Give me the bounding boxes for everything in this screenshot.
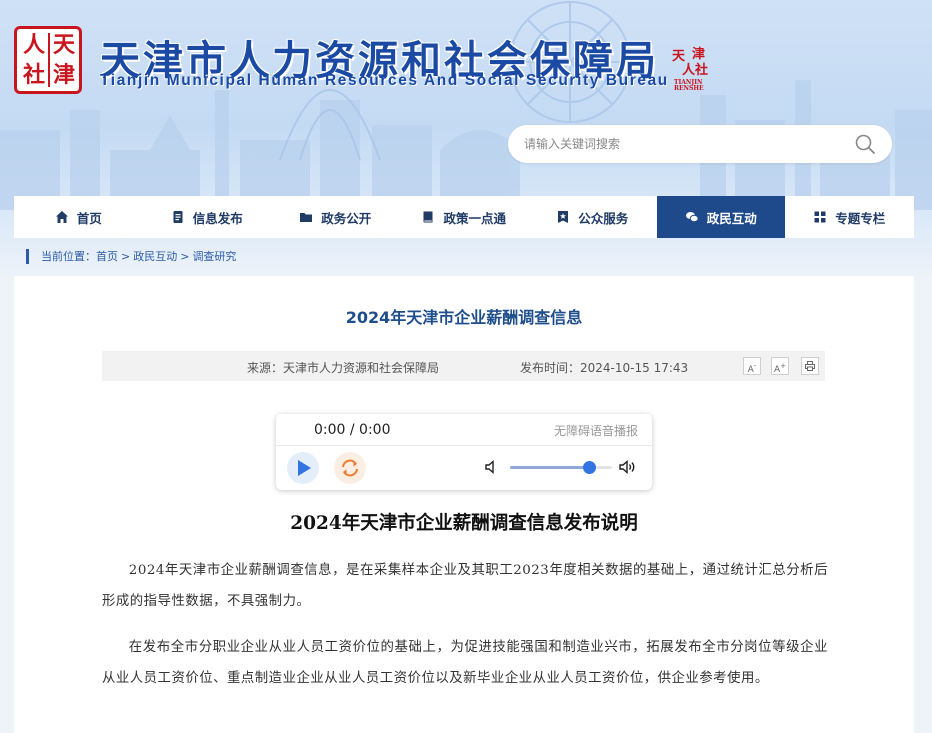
volume-high-icon[interactable] <box>619 459 637 475</box>
font-larger-button[interactable]: A+ <box>771 357 789 375</box>
breadcrumb-research-link[interactable]: 调查研究 <box>192 248 236 264</box>
nav-item-gov-affairs[interactable]: 政务公开 <box>271 196 400 238</box>
book-icon <box>423 211 433 223</box>
bureau-seal-logo: 人 天 社 津 <box>14 26 82 94</box>
breadcrumb-prefix: 当前位置： <box>41 250 96 263</box>
chat-icon <box>685 212 699 223</box>
main-nav: 首页 信息发布 政务公开 政策一点通 公众服务 政民互动 专题专栏 <box>14 196 914 238</box>
nav-item-label: 专题专栏 <box>835 210 886 226</box>
volume-low-icon[interactable] <box>484 459 500 475</box>
print-button[interactable] <box>801 357 819 375</box>
nav-item-label: 政务公开 <box>321 210 372 226</box>
play-button[interactable] <box>287 452 319 484</box>
article-paragraph: 在发布全市分职业企业从业人员工资价位的基础上，为促进技能强国和制造业兴市，拓展发… <box>102 640 828 686</box>
folder-icon <box>300 213 313 222</box>
breadcrumb: 当前位置： 首页 > 政民互动 > 调查研究 <box>26 248 236 264</box>
star-badge-icon <box>558 211 569 223</box>
breadcrumb-separator: > <box>180 249 190 263</box>
print-icon <box>805 361 815 371</box>
nav-item-home[interactable]: 首页 <box>14 196 143 238</box>
volume-slider-handle[interactable] <box>583 461 597 474</box>
search-input[interactable] <box>524 134 844 154</box>
nav-item-label: 政民互动 <box>706 210 757 226</box>
nav-item-label: 信息发布 <box>192 210 243 226</box>
loop-icon <box>342 459 358 477</box>
article-meta-bar: 来源：天津市人力资源和社会保障局 发布时间：2024-10-15 17:43 A… <box>102 351 825 381</box>
page-title: 2024年天津市企业薪酬调查信息 <box>345 308 583 327</box>
renshe-mini-logo: 天 津 人社 TIANJIN RENSHE <box>672 47 709 92</box>
article-date: 发布时间：2024-10-15 17:43 <box>520 361 689 375</box>
breadcrumb-separator: > <box>121 249 131 263</box>
nav-item-label: 首页 <box>76 210 102 226</box>
article-source: 来源：天津市人力资源和社会保障局 <box>247 361 440 375</box>
document-icon <box>173 211 183 223</box>
breadcrumb-marker <box>26 248 29 264</box>
article-panel: 2024年天津市企业薪酬调查信息 来源：天津市人力资源和社会保障局 发布时间：2… <box>14 276 914 733</box>
audio-player: 0:00 / 0:00 无障碍语音播报 <box>276 414 652 490</box>
nav-item-public-service[interactable]: 公众服务 <box>528 196 657 238</box>
player-time: 0:00 / 0:00 <box>314 422 391 438</box>
nav-item-interaction[interactable]: 政民互动 <box>656 196 785 238</box>
nav-item-label: 政策一点通 <box>443 210 506 226</box>
volume-slider-fill <box>510 466 590 469</box>
breadcrumb-home-link[interactable]: 首页 <box>96 248 118 264</box>
play-icon <box>298 460 311 476</box>
article-title: 2024年天津市企业薪酬调查信息发布说明 <box>290 513 638 534</box>
nav-item-label: 公众服务 <box>578 210 629 226</box>
home-icon <box>55 211 68 223</box>
font-smaller-button[interactable]: A- <box>743 357 761 375</box>
search-box <box>508 125 892 163</box>
breadcrumb-interaction-link[interactable]: 政民互动 <box>133 248 177 264</box>
grid-icon <box>814 211 826 223</box>
nav-item-info-release[interactable]: 信息发布 <box>143 196 272 238</box>
search-icon[interactable] <box>854 133 876 155</box>
article-paragraph: 2024年天津市企业薪酬调查信息，是在采集样本企业及其职工2023年度相关数据的… <box>102 563 828 609</box>
nav-item-topics[interactable]: 专题专栏 <box>785 196 914 238</box>
site-subtitle: Tianjin Municipal Human Resources And So… <box>100 72 669 89</box>
loop-button[interactable] <box>334 452 366 484</box>
nav-item-policy[interactable]: 政策一点通 <box>400 196 529 238</box>
player-label: 无障碍语音播报 <box>553 424 638 438</box>
